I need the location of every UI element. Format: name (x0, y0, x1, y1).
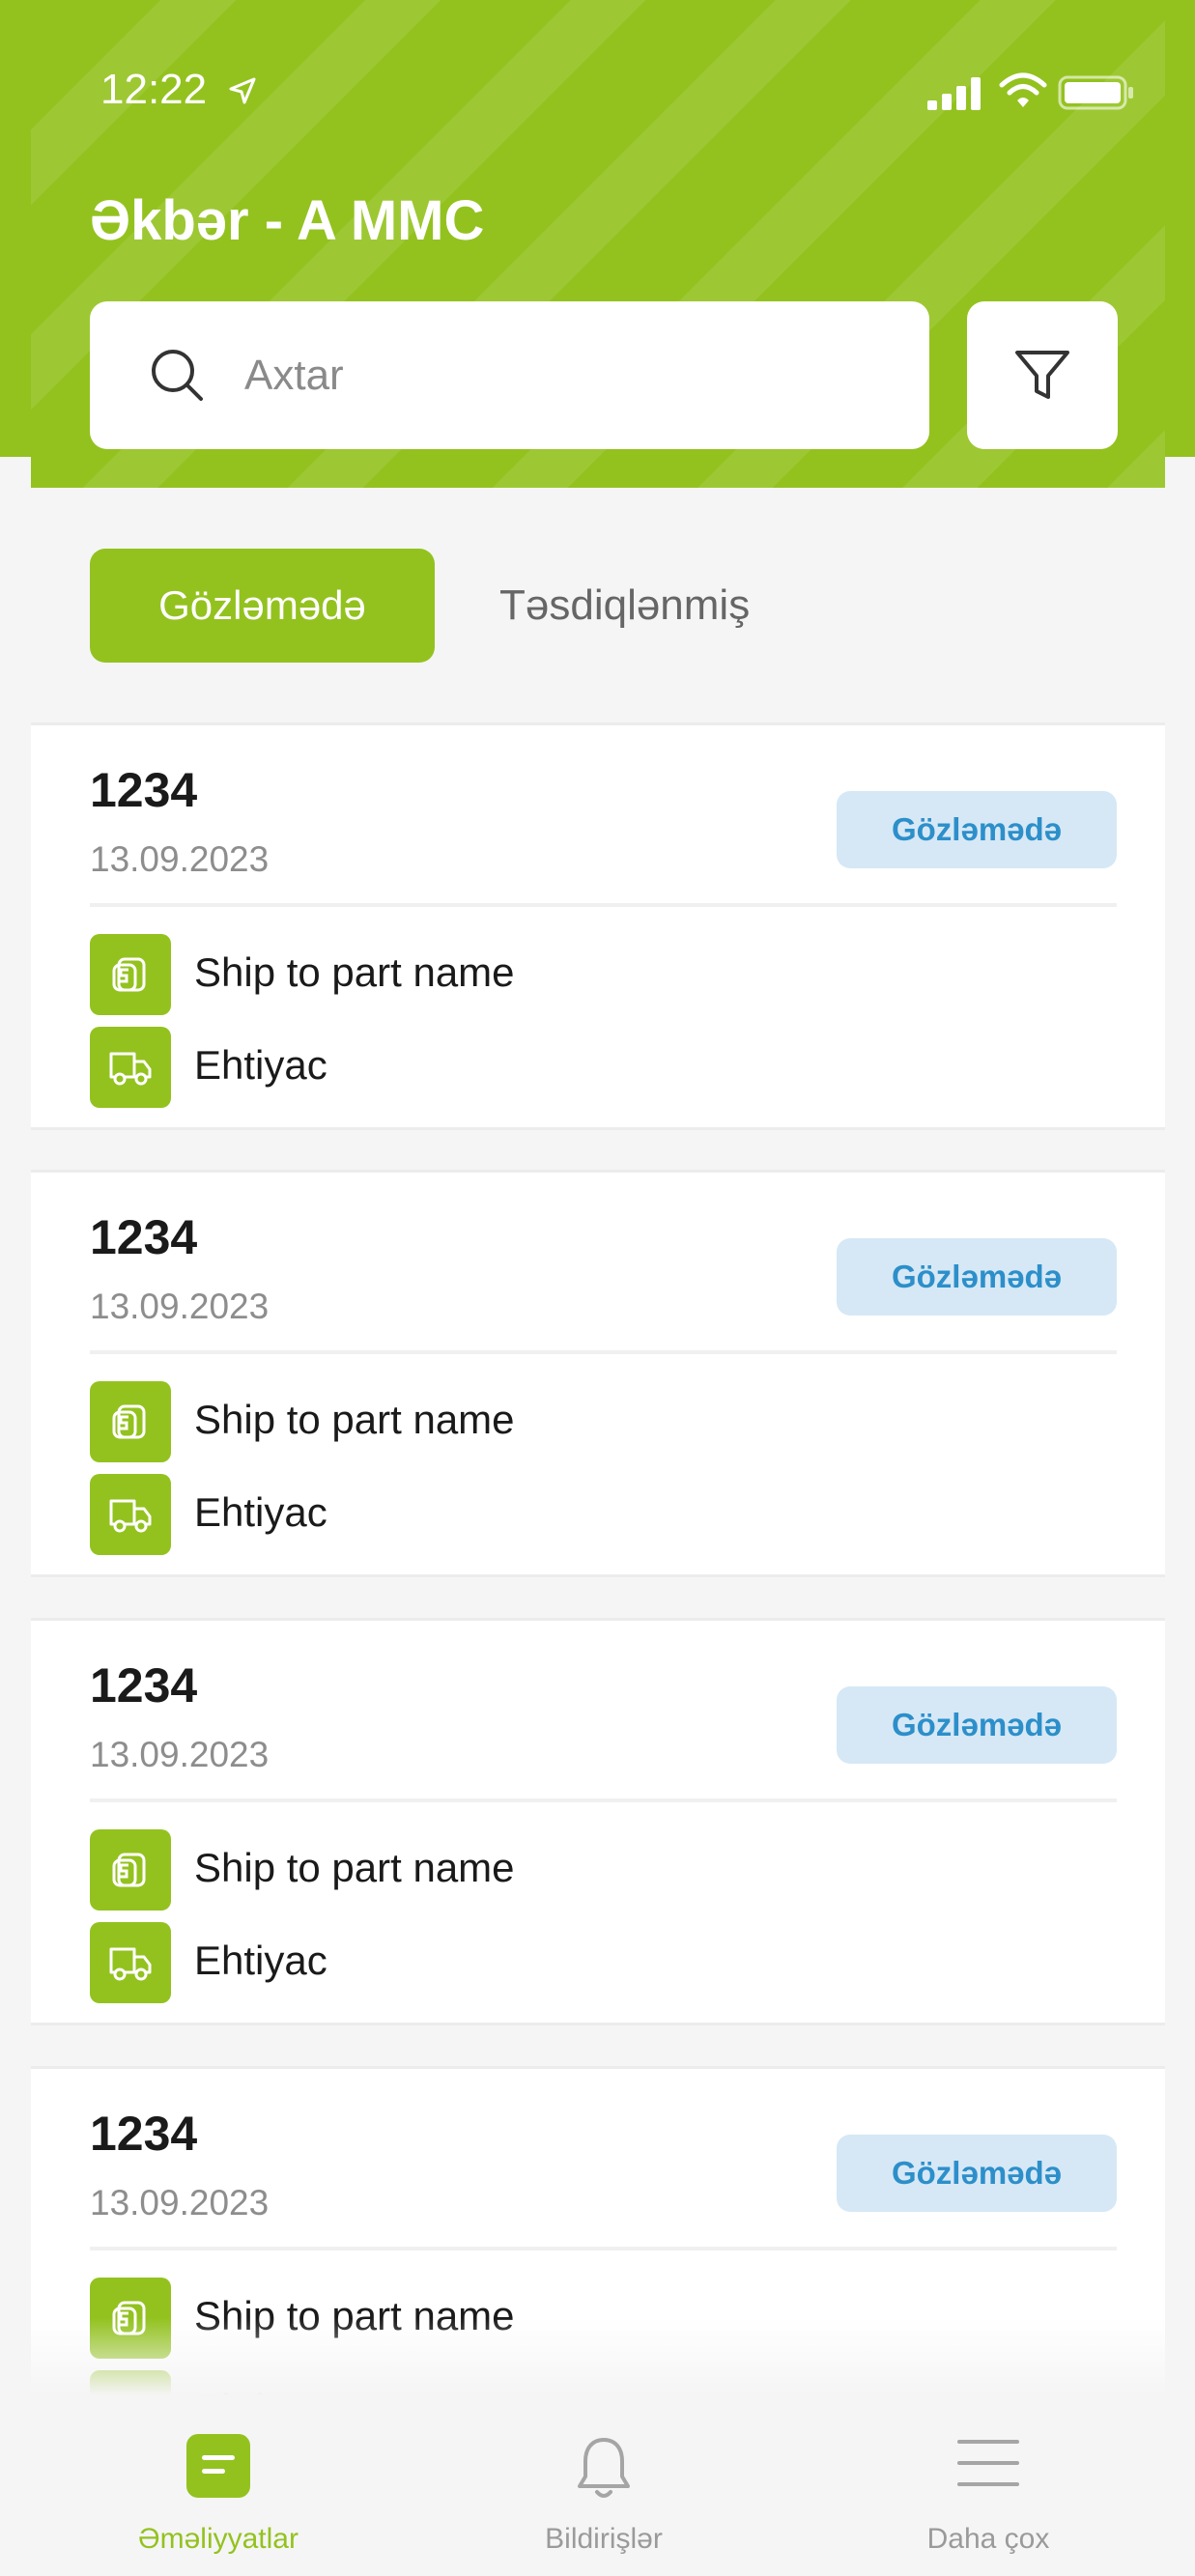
nav-notifications-label: Bildirişlər (545, 2523, 663, 2555)
status-badge: Gözləmədə (837, 791, 1117, 868)
battery-icon (1058, 75, 1133, 110)
ship-to-row: Ship to part name (90, 934, 1056, 1015)
type-label: Ehtiyac (194, 1489, 327, 1535)
operations-icon (186, 2434, 250, 2498)
nav-operations-label: Əməliyyatlar (138, 2523, 299, 2555)
order-date: 13.09.2023 (90, 839, 270, 879)
order-number: 1234 (90, 1658, 198, 1713)
ship-to-label: Ship to part name (194, 1845, 515, 1890)
nav-more-label: Daha çox (926, 2523, 1050, 2555)
ship-to-row: Ship to part name (90, 1381, 1056, 1462)
divider (90, 1798, 1117, 1802)
location-arrow-icon (229, 77, 256, 104)
ship-to-label: Ship to part name (194, 949, 515, 995)
menu-icon (957, 2440, 1019, 2486)
order-date: 13.09.2023 (90, 2183, 270, 2222)
status-badge: Gözləmədə (837, 1686, 1117, 1764)
tab-pending[interactable]: Gözləmədə (90, 549, 435, 663)
status-bar: 12:22 (31, 58, 1165, 126)
order-date: 13.09.2023 (90, 1735, 270, 1774)
order-card[interactable]: 1234 13.09.2023 Gözləmədə Ship to part n… (31, 722, 1165, 1130)
type-label: Ehtiyac (194, 1938, 327, 1983)
company-title: Əkbər - A MMC (90, 189, 485, 252)
bell-icon (578, 2438, 630, 2498)
tab-approved[interactable]: Təsdiqlənmiş (499, 549, 750, 663)
search-bar[interactable] (90, 301, 929, 449)
cellular-signal-icon (927, 77, 981, 110)
status-badge: Gözləmədə (837, 2135, 1117, 2212)
bottom-nav: Əməliyyatlar Bildirişlər Daha çox (0, 2395, 1195, 2576)
nav-more[interactable]: Daha çox (843, 2395, 1133, 2576)
truck-icon (90, 1922, 171, 2003)
order-card[interactable]: 1234 13.09.2023 Gözləmədə Ship to part n… (31, 1618, 1165, 2025)
ship-to-icon (90, 934, 171, 1015)
divider (90, 903, 1117, 907)
order-date: 13.09.2023 (90, 1287, 270, 1326)
order-number: 1234 (90, 763, 198, 817)
divider (90, 1350, 1117, 1354)
type-row: Ehtiyac (90, 1922, 1056, 2003)
nav-operations[interactable]: Əməliyyatlar (73, 2395, 363, 2576)
scroll-fade (0, 2318, 1195, 2395)
type-label: Ehtiyac (194, 1042, 327, 1088)
ship-to-icon (90, 1381, 171, 1462)
ship-to-label: Ship to part name (194, 1397, 515, 1442)
type-row: Ehtiyac (90, 1027, 1056, 1108)
order-card[interactable]: 1234 13.09.2023 Gözləmədə Ship to part n… (31, 1170, 1165, 1577)
divider (90, 2247, 1117, 2250)
ship-to-row: Ship to part name (90, 1829, 1056, 1911)
filter-button[interactable] (967, 301, 1118, 449)
ship-to-icon (90, 1829, 171, 1911)
nav-notifications[interactable]: Bildirişlər (459, 2395, 749, 2576)
order-number: 1234 (90, 1210, 198, 1264)
wifi-icon (999, 72, 1047, 107)
search-icon (152, 350, 203, 401)
order-number: 1234 (90, 2107, 198, 2161)
filter-icon (1015, 350, 1069, 399)
truck-icon (90, 1474, 171, 1555)
search-input[interactable] (244, 340, 882, 411)
status-tabs: Gözləmədə Təsdiqlənmiş (90, 549, 1152, 663)
type-row: Ehtiyac (90, 1474, 1056, 1555)
status-badge: Gözləmədə (837, 1238, 1117, 1316)
status-time: 12:22 (100, 66, 208, 113)
truck-icon (90, 1027, 171, 1108)
